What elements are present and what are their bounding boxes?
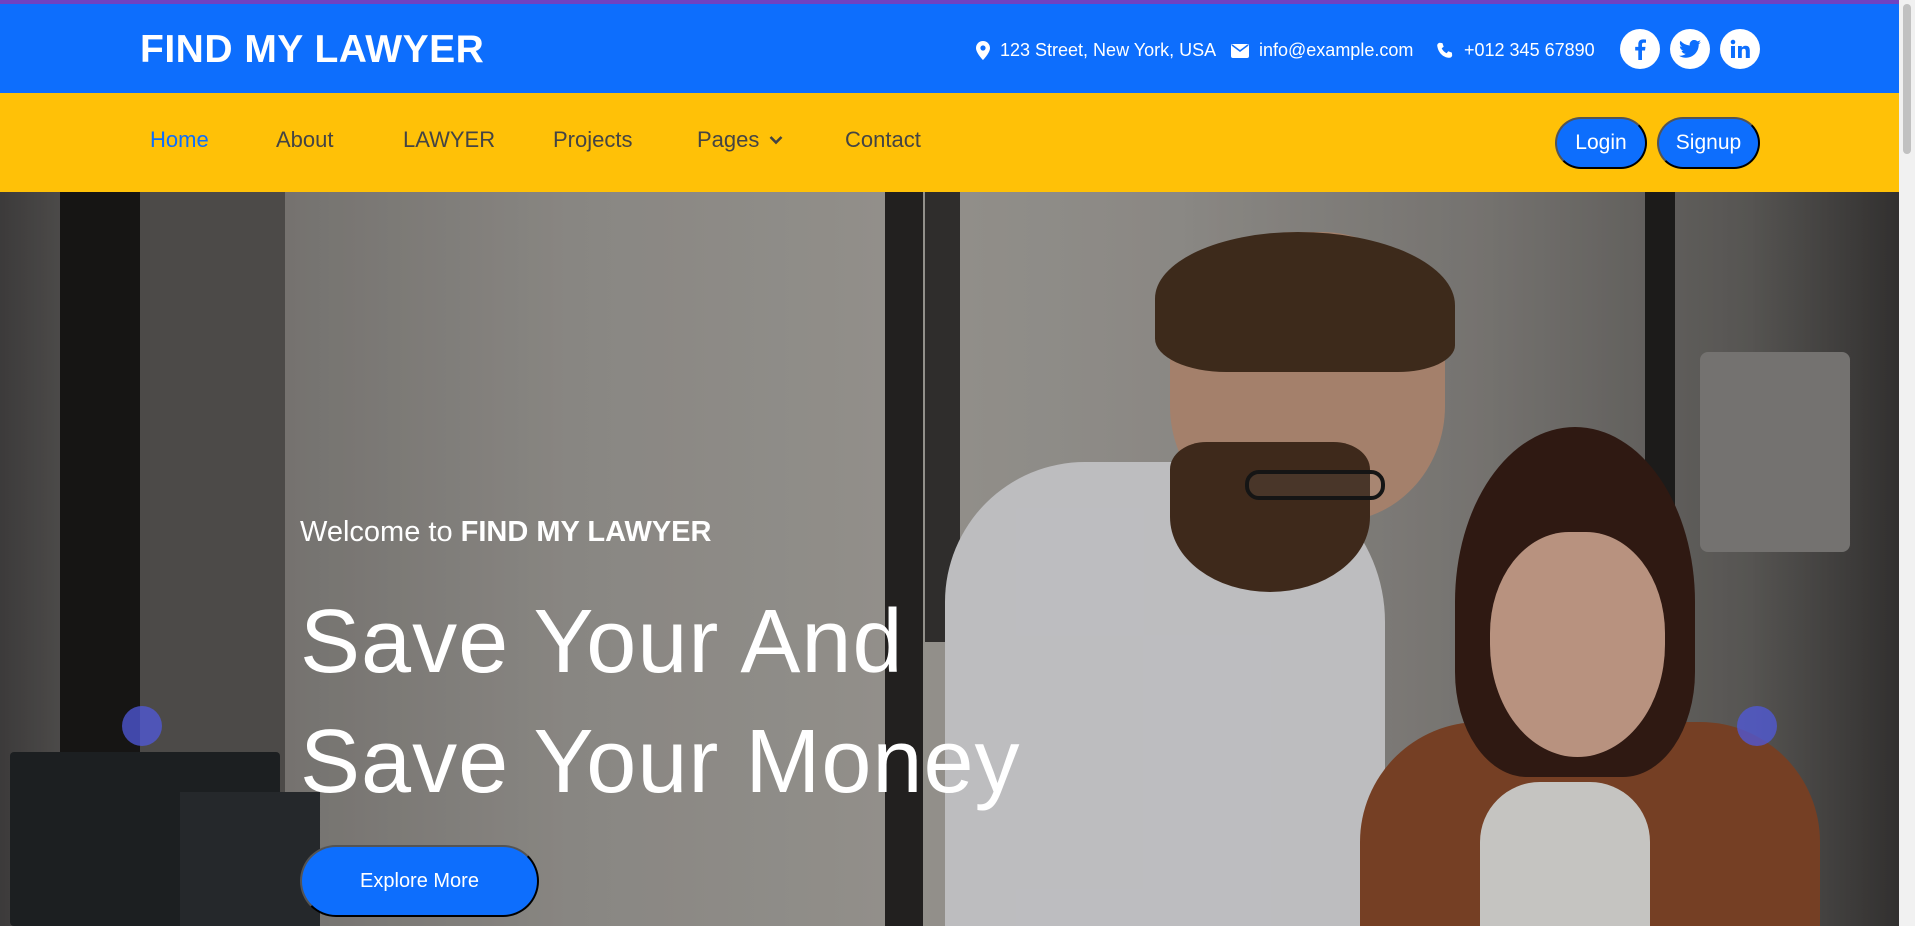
address-contact: 123 Street, New York, USA bbox=[976, 40, 1216, 61]
page-scrollbar[interactable] bbox=[1899, 0, 1915, 926]
phone-text[interactable]: +012 345 67890 bbox=[1464, 40, 1595, 61]
linkedin-glyph bbox=[1730, 39, 1750, 58]
headline-line-2: Save Your Money bbox=[300, 712, 1021, 812]
phone-contact: +012 345 67890 bbox=[1436, 40, 1595, 61]
nav-lawyer[interactable]: LAWYER bbox=[403, 127, 495, 153]
brand-logo[interactable]: FIND MY LAWYER bbox=[140, 28, 484, 72]
nav-pages-label: Pages bbox=[697, 127, 760, 152]
welcome-prefix: Welcome to bbox=[300, 516, 453, 548]
chevron-down-icon bbox=[769, 136, 783, 145]
login-button[interactable]: Login bbox=[1555, 117, 1647, 169]
carousel-next-button[interactable] bbox=[1737, 706, 1777, 746]
nav-pages-dropdown[interactable]: Pages bbox=[697, 127, 783, 153]
facebook-glyph bbox=[1635, 39, 1646, 60]
headline-line-1: Save Your And bbox=[300, 592, 904, 692]
facebook-icon[interactable] bbox=[1620, 29, 1660, 69]
explore-more-button[interactable]: Explore More bbox=[300, 845, 539, 917]
page: FIND MY LAWYER 123 Street, New York, USA… bbox=[0, 0, 1915, 926]
address-text: 123 Street, New York, USA bbox=[1000, 40, 1217, 60]
top-bar: FIND MY LAWYER 123 Street, New York, USA… bbox=[0, 0, 1899, 93]
hero-headline: Save Your And Save Your Money bbox=[300, 582, 1021, 822]
twitter-glyph bbox=[1679, 40, 1701, 58]
linkedin-icon[interactable] bbox=[1720, 29, 1760, 69]
twitter-icon[interactable] bbox=[1670, 29, 1710, 69]
main-nav: Home About LAWYER Projects Pages Contact… bbox=[0, 93, 1899, 192]
envelope-icon bbox=[1231, 43, 1249, 58]
signup-button[interactable]: Signup bbox=[1657, 117, 1760, 169]
phone-icon bbox=[1437, 42, 1453, 58]
nav-projects[interactable]: Projects bbox=[553, 127, 632, 153]
nav-home[interactable]: Home bbox=[150, 127, 209, 153]
nav-contact[interactable]: Contact bbox=[845, 127, 921, 153]
email-text[interactable]: info@example.com bbox=[1259, 40, 1413, 61]
hero-carousel: Welcome to FIND MY LAWYER Save Your And … bbox=[0, 192, 1899, 926]
hero-welcome: Welcome to FIND MY LAWYER bbox=[300, 516, 711, 549]
carousel-prev-button[interactable] bbox=[122, 706, 162, 746]
nav-about[interactable]: About bbox=[276, 127, 334, 153]
welcome-brand: FIND MY LAWYER bbox=[460, 516, 712, 548]
map-marker-icon bbox=[976, 41, 990, 60]
email-contact: info@example.com bbox=[1231, 40, 1413, 61]
scrollbar-thumb[interactable] bbox=[1903, 4, 1911, 154]
